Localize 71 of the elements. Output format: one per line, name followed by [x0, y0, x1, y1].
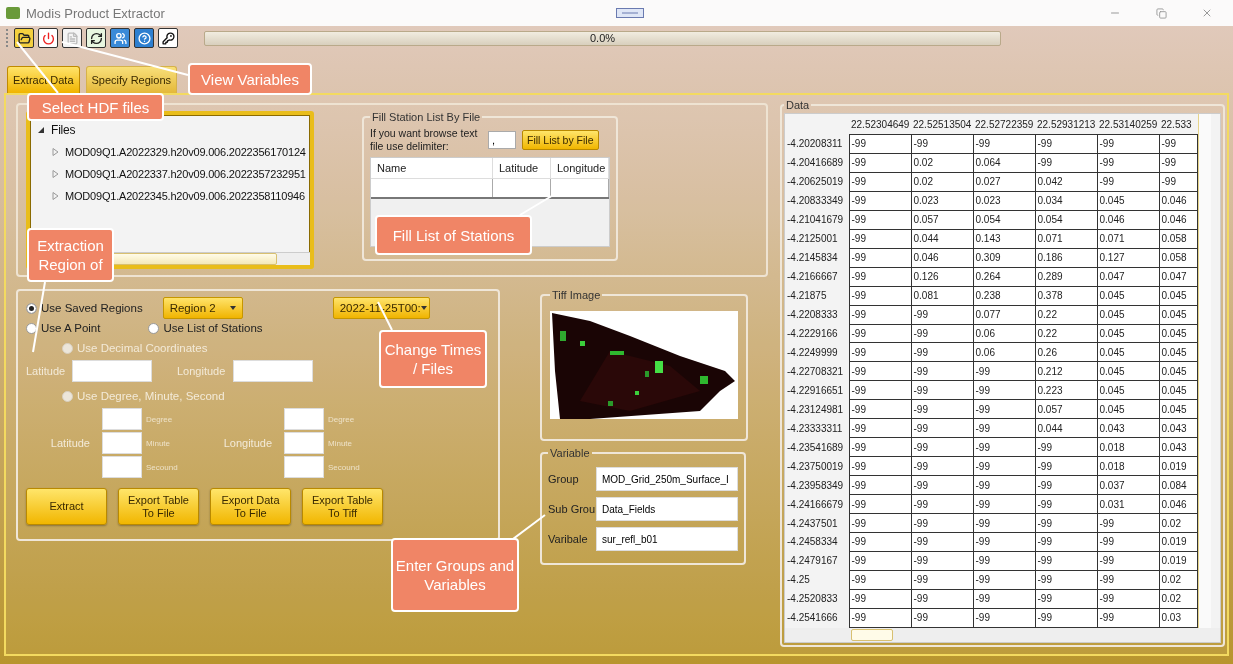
table-cell: -99	[849, 608, 911, 628]
field-label: Sub Grou|	[548, 503, 596, 515]
unit-label: Minute	[328, 438, 353, 448]
longitude-label: Longitude	[222, 437, 273, 449]
tree-item[interactable]: Files	[51, 123, 76, 137]
unit-label: Degree	[146, 414, 174, 424]
table-cell: -99	[973, 134, 1035, 154]
progress-label: 0.0%	[589, 31, 616, 45]
column-header[interactable]: Name	[371, 158, 493, 178]
fill-list-button[interactable]: Fill List by File	[522, 130, 599, 150]
row-header: -4.20833349	[785, 191, 849, 211]
radio-label: Use Saved Regions	[41, 302, 143, 314]
action-button[interactable]: Export Table To Tiff	[302, 488, 383, 525]
callout-tooltip: View Variables	[188, 63, 312, 95]
action-button[interactable]: Export Table To File	[118, 488, 199, 525]
group-title: Variable	[549, 447, 591, 459]
action-button[interactable]: Extract	[26, 488, 107, 525]
table-cell: -99	[1035, 134, 1097, 154]
row-header: -4.20625019	[785, 172, 849, 192]
tree-item[interactable]: MOD09Q1.A2022345.h20v09.006.2022358110946	[65, 190, 305, 202]
callout-tooltip: Extraction Region of	[27, 228, 114, 282]
callout-tooltip: Fill List of Stations	[375, 215, 532, 255]
callout-tooltip: Select HDF files	[27, 93, 164, 121]
radio-label: Use Degree, Minute, Second	[77, 390, 225, 402]
region-dropdown[interactable]: Region 2	[162, 297, 243, 319]
field-label: Varibale	[548, 533, 589, 545]
delimiter-prompt: If you want browse text file use delimiter:	[370, 127, 479, 153]
action-button[interactable]: Export Data To File	[210, 488, 291, 525]
tab[interactable]: Specify Regions	[85, 66, 178, 93]
row-header: -4.21041679	[785, 210, 849, 230]
radio-label: Use A Point	[41, 322, 101, 334]
tab[interactable]: Extract Data	[7, 66, 80, 93]
table-cell: -99	[1159, 134, 1197, 154]
variable-field[interactable]: MOD_Grid_250m_Surface_I	[596, 467, 738, 491]
row-header: -4.2520833	[785, 589, 849, 609]
field-label: Group	[548, 473, 580, 485]
group-title: Data	[785, 99, 811, 111]
latitude-label: Latitude	[49, 437, 91, 449]
unit-label: Degree	[328, 414, 356, 424]
row-header: -4.2145834	[785, 248, 849, 268]
row-header: -4.2166667	[785, 267, 849, 287]
group-title: Fill Station List By File	[371, 111, 482, 123]
unit-label: Secound	[146, 462, 179, 472]
table-cell: -99	[911, 134, 973, 154]
table-cell: -99	[1097, 134, 1159, 154]
tree-item[interactable]: MOD09Q1.A2022329.h20v09.006.2022356170124	[65, 146, 306, 158]
latitude-label: Latitude	[26, 365, 67, 377]
row-header: -4.2479167	[785, 551, 849, 571]
row-header: -4.21875	[785, 286, 849, 306]
callout-tooltip: Enter Groups and Variables	[391, 538, 519, 612]
table-cell: -99	[849, 134, 911, 154]
radio-label: Use List of Stations	[163, 322, 263, 334]
row-header: -4.2208333	[785, 305, 849, 325]
unit-label: Minute	[146, 438, 171, 448]
callout-tooltip: Change Times / Files	[379, 330, 487, 388]
column-header[interactable]: Latitude	[493, 158, 551, 178]
column-header[interactable]: Longitude	[551, 158, 609, 178]
row-header: -4.2541666	[785, 608, 849, 628]
row-header: -4.25	[785, 570, 849, 590]
longitude-label: Longitude	[177, 365, 227, 377]
radio-label: Use Decimal Coordinates	[77, 342, 208, 354]
row-header: -4.2229166	[785, 324, 849, 343]
row-header: -4.20416689	[785, 153, 849, 173]
variable-field[interactable]: sur_refl_b01	[596, 527, 738, 551]
window-title: Modis Product Extractor	[26, 5, 165, 21]
tree-item[interactable]: MOD09Q1.A2022337.h20v09.006.2022357232951	[65, 168, 306, 180]
unit-label: Secound	[328, 462, 361, 472]
variable-field[interactable]: Data_Fields	[596, 497, 738, 521]
row-header: -4.2125001	[785, 229, 849, 249]
group-title: Tiff Image	[551, 289, 602, 301]
delimiter-field[interactable]: ,	[488, 131, 516, 149]
